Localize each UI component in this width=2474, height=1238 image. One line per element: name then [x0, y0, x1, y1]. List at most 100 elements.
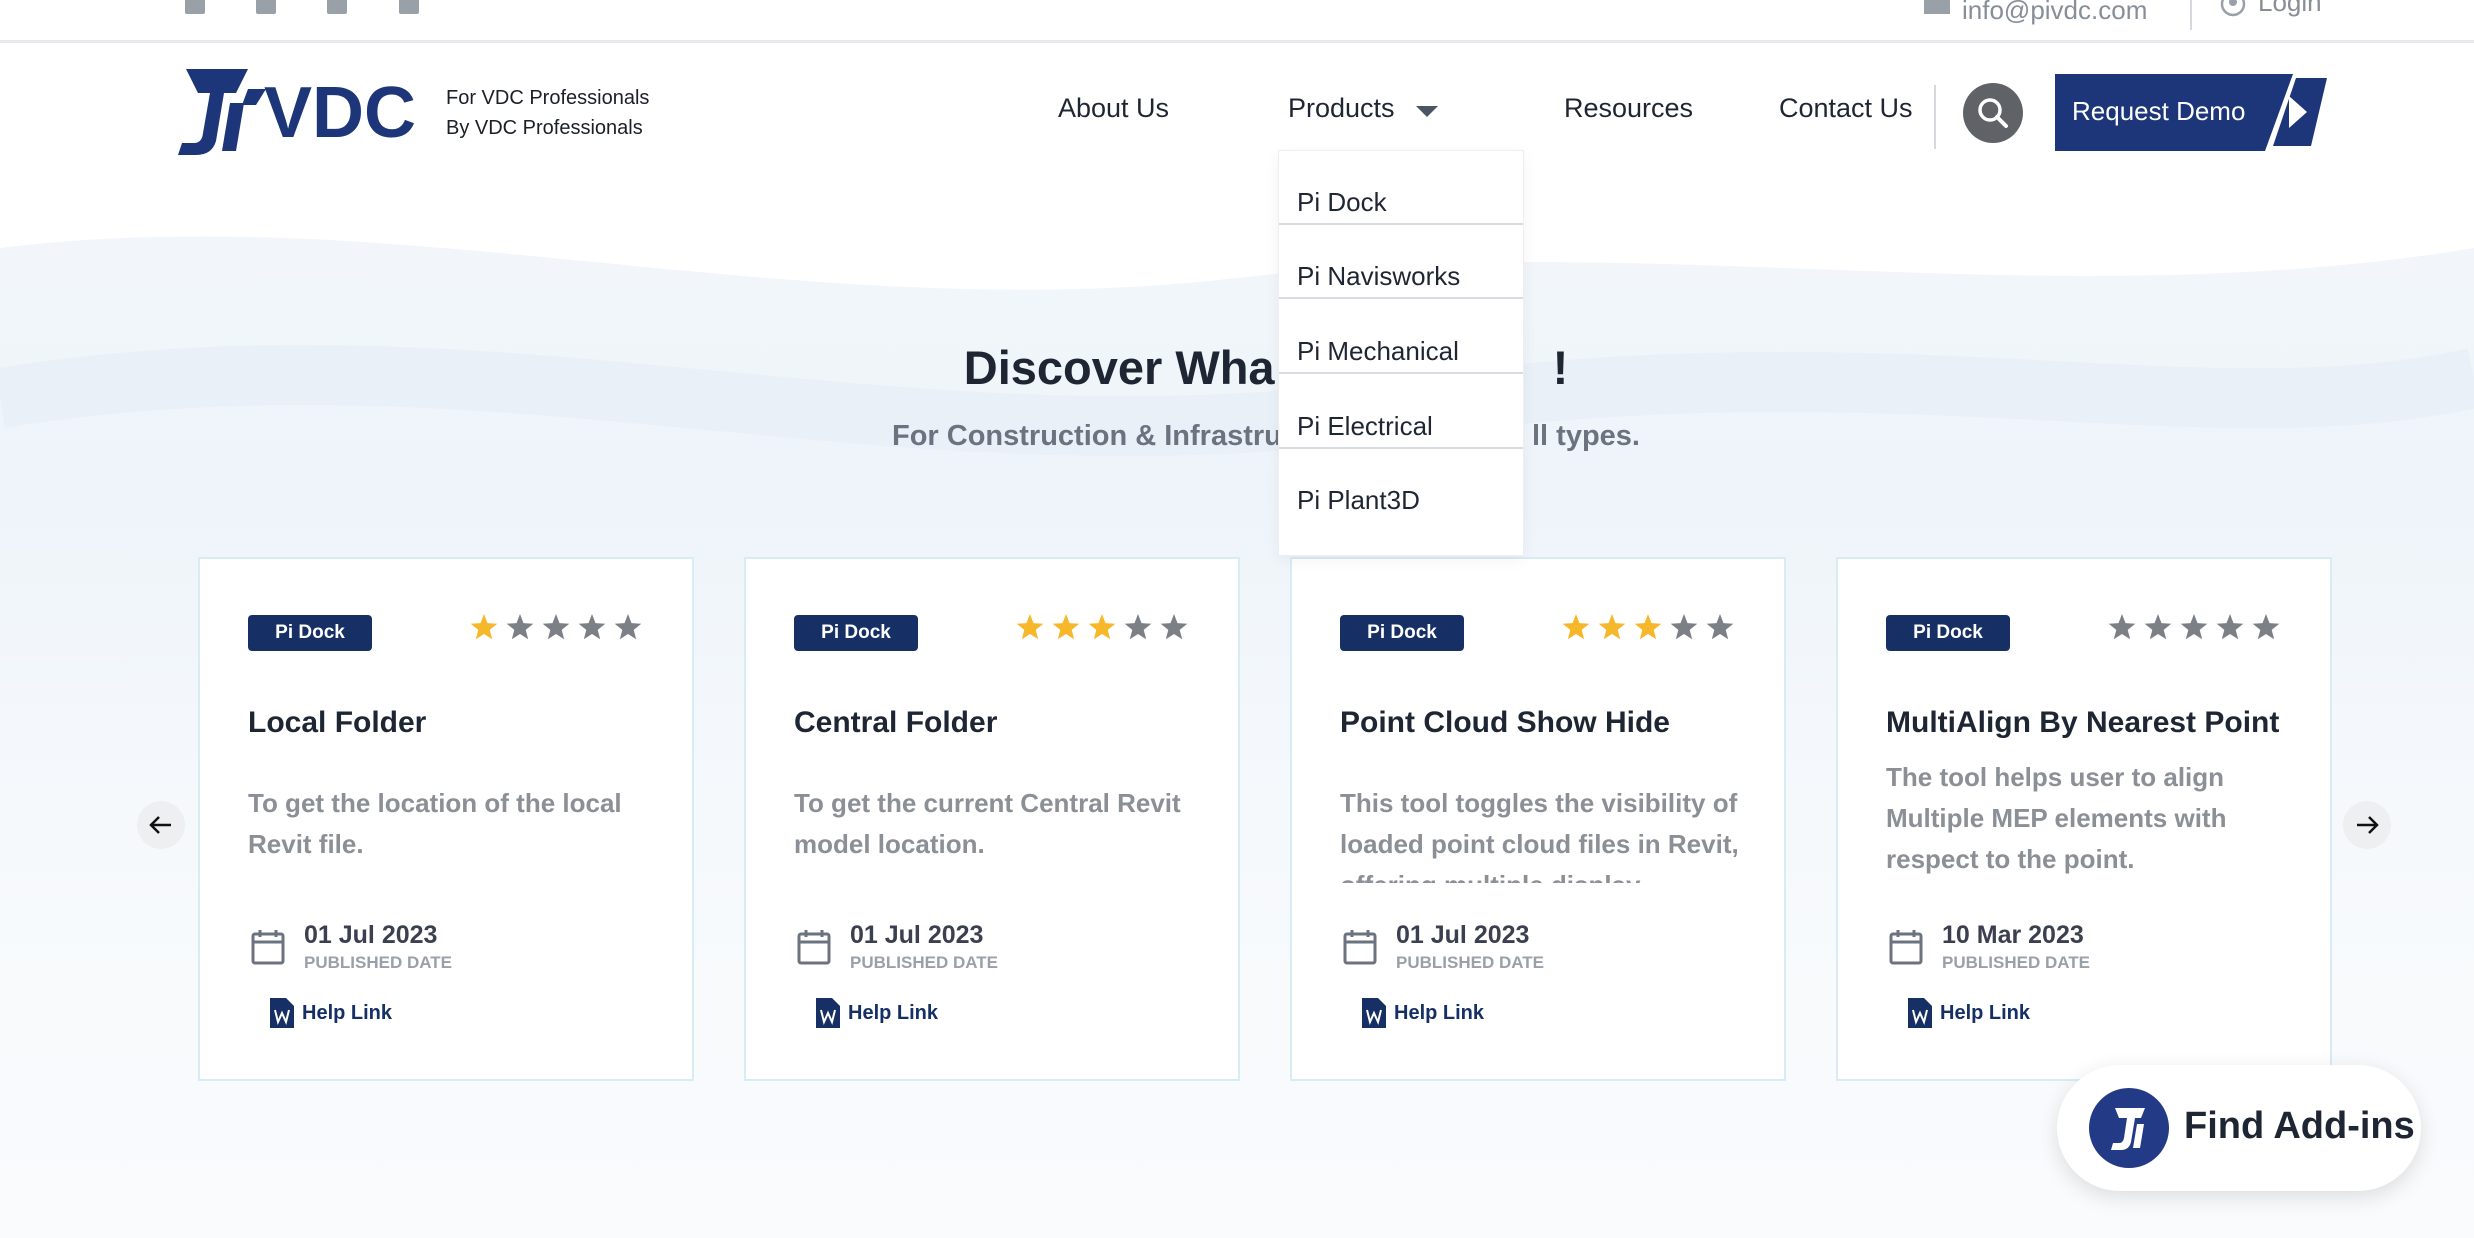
dropdown-item-pi-navisworks[interactable]: Pi Navisworks: [1279, 225, 1523, 299]
dropdown-item-label: Pi Mechanical: [1297, 336, 1459, 366]
star-rating: [1562, 614, 1734, 640]
help-link[interactable]: Help Link: [1362, 997, 1484, 1029]
nav-contact-us[interactable]: Contact Us: [1779, 93, 1913, 124]
help-link-label: Help Link: [1940, 1001, 2031, 1024]
product-badge: Pi Dock: [1340, 615, 1464, 651]
find-addins-label: Find Add-ins: [2184, 1105, 2415, 1147]
arrow-left-icon: [149, 816, 171, 834]
help-link-label: Help Link: [1394, 1001, 1485, 1024]
star-empty-icon: [2108, 614, 2136, 640]
star-empty-icon: [2144, 614, 2172, 640]
find-addins-button[interactable]: Find Add-ins: [2057, 1065, 2421, 1191]
twitter-icon[interactable]: [253, 0, 279, 20]
brand-tagline: For VDC Professionals By VDC Professiona…: [446, 83, 649, 143]
star-rating: [2108, 614, 2280, 640]
nav-products[interactable]: Products: [1288, 93, 1395, 124]
top-utility-bar: info@pivdc.com Login: [0, 0, 2474, 43]
search-button[interactable]: [1963, 83, 2023, 143]
dropdown-item-pi-dock[interactable]: Pi Dock: [1279, 151, 1523, 225]
word-document-icon: [270, 998, 294, 1028]
dropdown-item-pi-plant3d[interactable]: Pi Plant3D: [1279, 449, 1523, 521]
email-link[interactable]: info@pivdc.com: [1924, 0, 2148, 25]
tagline-line-2: By VDC Professionals: [446, 117, 643, 139]
card-description: To get the current Central Revit model l…: [794, 788, 1181, 859]
mail-icon: [1924, 0, 1950, 14]
star-rating: [1016, 614, 1188, 640]
carousel-next-button[interactable]: [2343, 801, 2391, 849]
star-filled-icon: [470, 614, 498, 640]
hero-title-visible: Discover Wha: [963, 341, 1275, 394]
star-empty-icon: [578, 614, 606, 640]
addin-card[interactable]: Pi Dock Point Cloud Show Hide This tool …: [1290, 557, 1786, 1081]
site-header: VDC For VDC Professionals By VDC Profess…: [0, 43, 2474, 178]
user-icon: [2220, 0, 2246, 17]
pivdc-logo[interactable]: VDC: [172, 63, 417, 158]
hero-title: Discover Wha!: [0, 340, 2474, 395]
star-filled-icon: [1634, 614, 1662, 640]
card-title: MultiAlign By Nearest Point: [1886, 706, 2280, 739]
star-filled-icon: [1598, 614, 1626, 640]
product-badge: Pi Dock: [1886, 615, 2010, 651]
star-empty-icon: [1670, 614, 1698, 640]
card-description: To get the location of the local Revit f…: [248, 788, 622, 859]
star-empty-icon: [1706, 614, 1734, 640]
login-link[interactable]: Login: [2220, 0, 2322, 20]
hero-subtitle-visible: For Construction & Infrastruc: [891, 420, 1298, 452]
star-empty-icon: [2180, 614, 2208, 640]
published-date: 01 Jul 2023: [850, 921, 984, 949]
card-title: Local Folder: [248, 706, 427, 739]
pivdc-badge-icon: [2089, 1088, 2169, 1168]
help-link-label: Help Link: [302, 1001, 393, 1024]
products-dropdown-menu: Pi Dock Pi Navisworks Pi Mechanical Pi E…: [1278, 150, 1524, 556]
addin-card[interactable]: Pi Dock Local Folder To get the location…: [198, 557, 694, 1081]
star-rating: [470, 614, 642, 640]
product-badge: Pi Dock: [248, 615, 372, 651]
star-empty-icon: [1160, 614, 1188, 640]
calendar-icon: [797, 930, 831, 965]
star-empty-icon: [2216, 614, 2244, 640]
hero-subtitle-tail: ll types.: [1532, 420, 1640, 452]
addin-card[interactable]: Pi Dock MultiAlign By Nearest Point The …: [1836, 557, 2332, 1081]
carousel-prev-button[interactable]: [137, 801, 185, 849]
published-date-label: PUBLISHED DATE: [1396, 953, 1544, 972]
star-filled-icon: [1562, 614, 1590, 640]
hero-title-tail: !: [1552, 341, 1569, 394]
dropdown-item-label: Pi Navisworks: [1297, 261, 1461, 291]
calendar-icon: [1889, 930, 1923, 965]
published-date: 01 Jul 2023: [1396, 921, 1530, 949]
card-title: Central Folder: [794, 706, 998, 739]
arrow-right-icon: [2357, 816, 2379, 834]
star-empty-icon: [1124, 614, 1152, 640]
published-date: 10 Mar 2023: [1942, 921, 2084, 949]
dropdown-item-pi-electrical[interactable]: Pi Electrical: [1279, 375, 1523, 449]
star-empty-icon: [506, 614, 534, 640]
help-link[interactable]: Help Link: [816, 997, 938, 1029]
product-badge: Pi Dock: [794, 615, 918, 651]
calendar-icon: [1343, 930, 1377, 965]
nav-resources[interactable]: Resources: [1564, 93, 1693, 124]
help-link[interactable]: Help Link: [1908, 997, 2030, 1029]
linkedin-icon[interactable]: [182, 0, 208, 20]
youtube-icon[interactable]: [324, 0, 350, 20]
facebook-icon[interactable]: [396, 0, 422, 20]
help-link[interactable]: Help Link: [270, 997, 392, 1029]
tagline-line-1: For VDC Professionals: [446, 87, 650, 109]
request-demo-button[interactable]: Request Demo: [2055, 74, 2331, 151]
star-filled-icon: [1088, 614, 1116, 640]
email-text: info@pivdc.com: [1962, 0, 2148, 25]
hero-subtitle: For Construction & Infrastruc ll types.: [0, 420, 2474, 453]
addin-card[interactable]: Pi Dock Central Folder To get the curren…: [744, 557, 1240, 1081]
dropdown-item-pi-mechanical[interactable]: Pi Mechanical: [1279, 300, 1523, 374]
help-link-label: Help Link: [848, 1001, 939, 1024]
dropdown-item-label: Pi Dock: [1297, 187, 1387, 217]
chevron-down-icon[interactable]: [1416, 106, 1438, 117]
header-divider: [1934, 85, 1936, 149]
published-date-label: PUBLISHED DATE: [1942, 953, 2090, 972]
request-demo-label: Request Demo: [2072, 96, 2246, 126]
word-document-icon: [1362, 998, 1386, 1028]
word-document-icon: [1908, 998, 1932, 1028]
nav-about-us[interactable]: About Us: [1058, 93, 1169, 124]
logo-text: VDC: [264, 73, 416, 153]
star-empty-icon: [542, 614, 570, 640]
published-date: 01 Jul 2023: [304, 921, 438, 949]
